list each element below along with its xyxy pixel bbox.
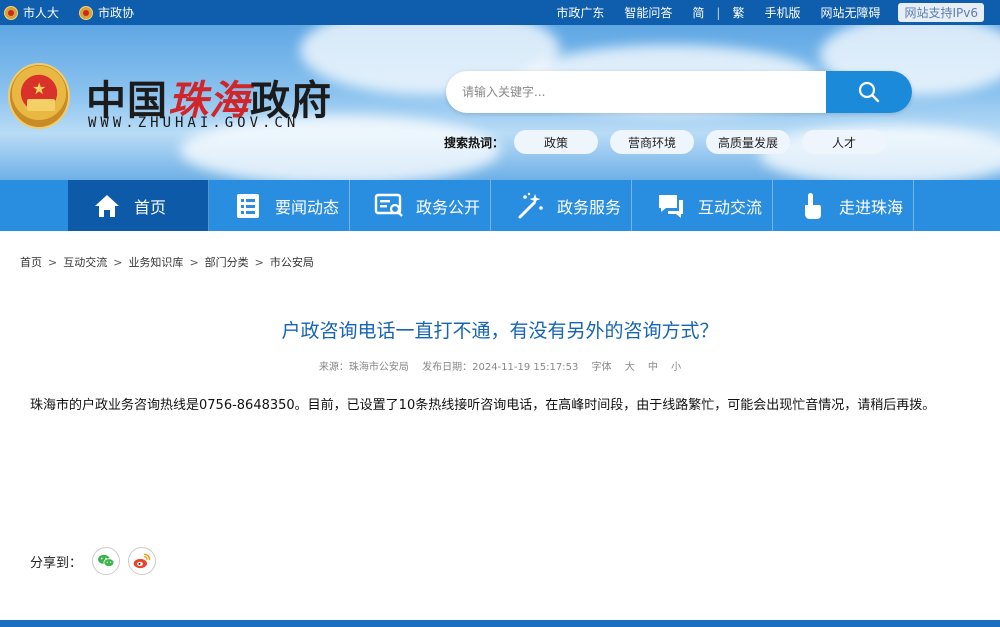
ipv6-badge: 网站支持IPv6 bbox=[898, 3, 984, 22]
footer-bar bbox=[0, 620, 1000, 627]
breadcrumb-item[interactable]: 互动交流 bbox=[63, 254, 107, 270]
nav-about-zhuhai[interactable]: 走进珠海 bbox=[773, 180, 914, 231]
hot-tag[interactable]: 政策 bbox=[514, 130, 599, 154]
link-simplified[interactable]: 简 bbox=[692, 4, 704, 21]
search-button[interactable] bbox=[826, 71, 912, 113]
site-url: WWW.ZHUHAI.GOV.CN bbox=[88, 115, 300, 131]
breadcrumb-separator: > bbox=[189, 255, 199, 269]
link-city-congress[interactable]: 市人大 bbox=[4, 4, 59, 21]
breadcrumb-separator: > bbox=[48, 255, 58, 269]
link-gd-gov[interactable]: 市政广东 bbox=[556, 4, 604, 21]
article-title: 户政咨询电话一直打不通，有没有另外的咨询方式？ bbox=[281, 320, 719, 342]
hot-tag[interactable]: 高质量发展 bbox=[706, 130, 791, 154]
article-date: 发布日期：2024-11-19 15:17:53 bbox=[422, 362, 579, 373]
divider: | bbox=[716, 5, 721, 20]
search-icon bbox=[858, 81, 880, 103]
link-mobile[interactable]: 手机版 bbox=[764, 4, 800, 21]
wechat-share-button[interactable] bbox=[92, 547, 121, 575]
monitor-search-icon bbox=[374, 193, 403, 217]
hot-search-terms: 搜索热词： 政策 营商环境 高质量发展 人才 bbox=[444, 130, 898, 154]
hot-tag[interactable]: 人才 bbox=[802, 130, 887, 154]
national-emblem-logo: ★ bbox=[8, 63, 70, 129]
nav-gov-services[interactable]: 政务服务 bbox=[491, 180, 632, 231]
hot-tag[interactable]: 营商环境 bbox=[610, 130, 695, 154]
emblem-icon bbox=[79, 5, 94, 20]
breadcrumb: 首页 > 互动交流 > 业务知识库 > 部门分类 > 市公安局 bbox=[20, 254, 314, 270]
home-icon bbox=[95, 194, 119, 217]
font-size-label: 字体 bbox=[591, 362, 612, 373]
breadcrumb-item[interactable]: 市公安局 bbox=[270, 254, 314, 270]
article-body: 珠海市的户政业务咨询热线是0756-8648350。目前，已设置了10条热线接听… bbox=[30, 398, 936, 413]
search-input[interactable] bbox=[462, 71, 822, 113]
search-box bbox=[446, 71, 912, 113]
link-accessibility[interactable]: 网站无障碍 bbox=[820, 4, 880, 21]
chat-bubble-icon bbox=[659, 194, 683, 218]
weibo-icon bbox=[133, 553, 151, 569]
share-label: 分享到： bbox=[30, 555, 83, 571]
emblem-icon bbox=[4, 5, 18, 20]
wechat-icon bbox=[98, 554, 115, 568]
share-bar: 分享到： bbox=[30, 547, 164, 575]
link-smart-qa[interactable]: 智能问答 bbox=[624, 4, 672, 21]
breadcrumb-separator: > bbox=[113, 255, 123, 269]
main-nav: 首页 要闻动态 政务公开 政务服务 互动交流 走进珠海 bbox=[0, 180, 1000, 231]
nav-interaction[interactable]: 互动交流 bbox=[632, 180, 773, 231]
link-traditional[interactable]: 繁 bbox=[732, 4, 744, 21]
site-header: ★ 中国珠海政府 WWW.ZHUHAI.GOV.CN 搜索热词： 政策 营商环境… bbox=[0, 25, 1000, 180]
nav-news[interactable]: 要闻动态 bbox=[209, 180, 350, 231]
nav-home[interactable]: 首页 bbox=[68, 180, 209, 231]
link-city-cppcc[interactable]: 市政协 bbox=[79, 4, 134, 21]
breadcrumb-item[interactable]: 业务知识库 bbox=[128, 254, 183, 270]
font-size-large[interactable]: 大 bbox=[625, 362, 635, 373]
nav-gov-affairs[interactable]: 政务公开 bbox=[350, 180, 491, 231]
magic-wand-icon bbox=[518, 192, 543, 218]
font-size-medium[interactable]: 中 bbox=[648, 362, 658, 373]
hand-pointer-icon bbox=[805, 192, 821, 219]
article-source: 来源：珠海市公安局 bbox=[318, 362, 409, 373]
document-list-icon bbox=[237, 193, 259, 218]
breadcrumb-item[interactable]: 首页 bbox=[20, 254, 42, 270]
top-bar: 市人大 市政协 市政广东 智能问答 简 | 繁 手机版 网站无障碍 网站支持IP… bbox=[0, 0, 1000, 25]
article-meta: 来源：珠海市公安局 发布日期：2024-11-19 15:17:53 字体 大 … bbox=[0, 358, 1000, 373]
breadcrumb-separator: > bbox=[254, 255, 264, 269]
breadcrumb-item[interactable]: 部门分类 bbox=[205, 254, 249, 270]
font-size-small[interactable]: 小 bbox=[671, 362, 681, 373]
weibo-share-button[interactable] bbox=[128, 547, 157, 575]
